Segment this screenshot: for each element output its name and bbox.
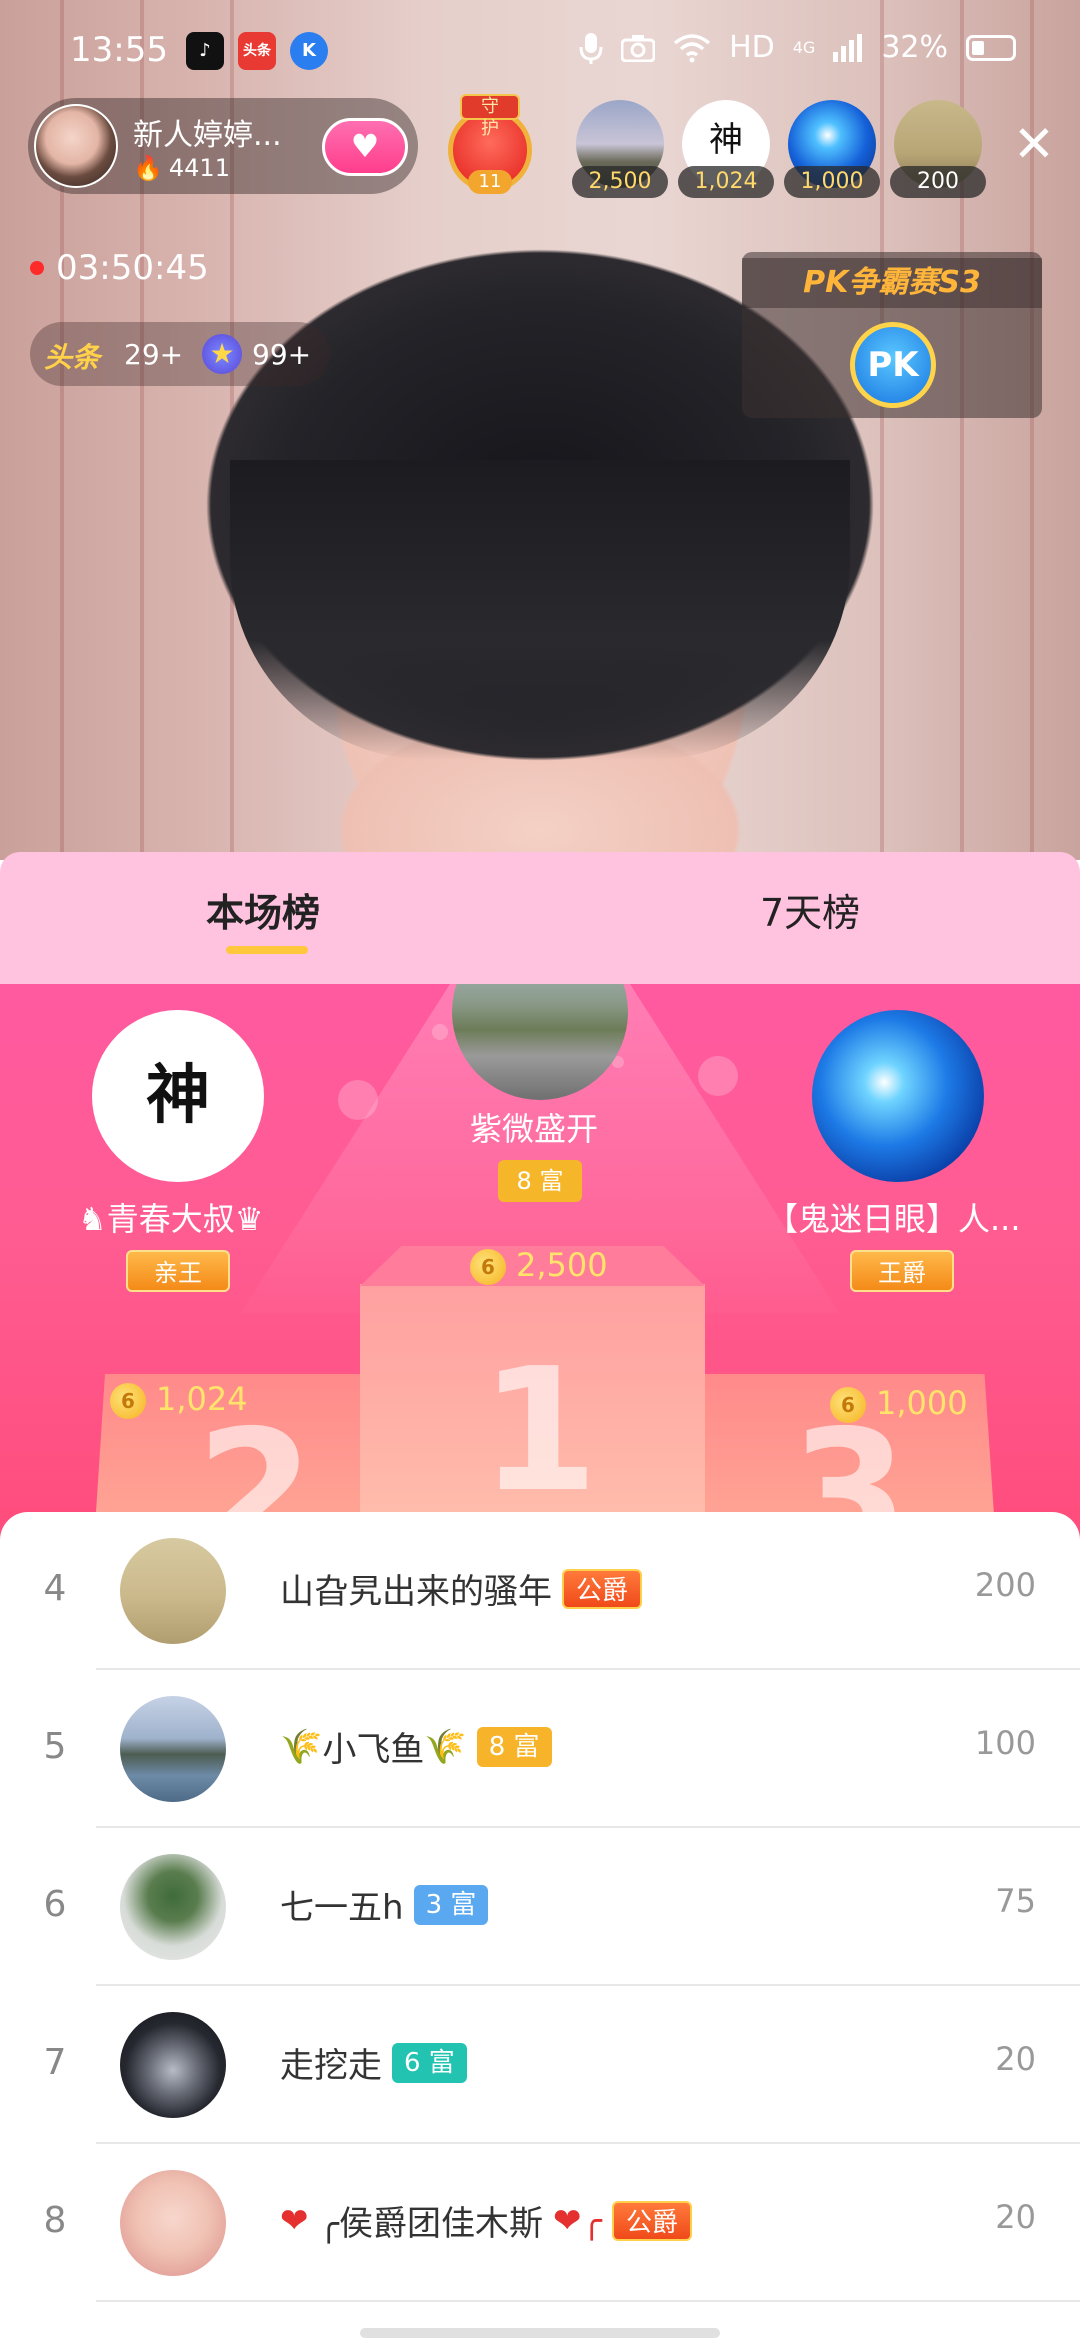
first-place-wealth-badge: 8 富	[498, 1160, 582, 1202]
ranking-list: 4 山旮旯出来的骚年 公爵 200 5 🌾 小飞鱼 🌾 8 富 100 6 七一五h 3 …	[0, 1512, 1080, 2340]
score: 75	[995, 1882, 1036, 1920]
score: 100	[974, 1724, 1036, 1762]
battery-icon	[966, 34, 1016, 61]
top-viewer-1[interactable]: 2,500	[572, 100, 668, 200]
tab-indicator	[226, 946, 308, 954]
guard-count: 11	[468, 170, 512, 194]
host-avatar[interactable]	[34, 104, 118, 188]
avatar	[120, 2170, 226, 2276]
user-name: 走挖走	[280, 2046, 382, 2086]
live-dot-icon	[30, 261, 44, 275]
host-fans: 🔥 4411	[133, 154, 230, 182]
podium: 2 1 3 紫微盛开 8 富 6 2,500 神 ♞青春大叔♛ 亲王 6 1,024…	[0, 984, 1080, 1544]
avatar	[120, 1854, 226, 1960]
pk-contest-banner[interactable]: PK争霸赛S3 PK	[742, 252, 1042, 418]
user-name: 小飞鱼	[322, 1730, 425, 1770]
wealth-badge: 6 富	[392, 2042, 467, 2083]
tiktok-icon: ♪	[186, 32, 224, 70]
cell-label: 4G	[792, 38, 816, 57]
podium-place-1: 1	[480, 1332, 599, 1530]
signal-icon	[833, 33, 863, 62]
second-place-avatar[interactable]: 神	[92, 1010, 264, 1182]
user-name: ╭侯爵团佳木斯	[318, 2204, 543, 2244]
rank-badges[interactable]: 头条 29+ ★ 99+	[30, 322, 330, 386]
third-place-score: 6 1,000	[830, 1384, 968, 1423]
star-rank-value: 99+	[252, 338, 312, 371]
live-duration: 03:50:45	[30, 248, 209, 288]
coin-icon: 6	[830, 1387, 866, 1423]
list-item[interactable]: 8 ❤ ╭侯爵团佳木斯 ❤╭ 公爵 20	[0, 2144, 1080, 2302]
home-indicator[interactable]	[360, 2328, 720, 2338]
toutiao-rank-icon: 头条	[44, 341, 101, 374]
rank-number: 7	[43, 2042, 67, 2083]
wheat-icon: 🌾	[280, 1726, 323, 1767]
user-name: 七一五h	[280, 1888, 404, 1928]
third-place-name: 【鬼迷日眼】人...	[766, 1200, 1021, 1238]
toutiao-icon: 头条	[238, 32, 276, 70]
heart-icon: ❤	[280, 2200, 309, 2241]
wealth-badge: 8 富	[476, 1726, 552, 1767]
second-place-name: ♞青春大叔♛	[78, 1200, 264, 1238]
pk-button[interactable]: PK	[850, 322, 936, 408]
rank-number: 4	[43, 1568, 67, 1609]
second-place-title-badge: 亲王	[126, 1250, 230, 1292]
coin-icon: 6	[110, 1383, 146, 1419]
tab-7-days[interactable]: 7天榜	[760, 882, 860, 937]
list-item[interactable]: 4 山旮旯出来的骚年 公爵 200	[0, 1512, 1080, 1670]
wealth-badge: 3 富	[413, 1884, 489, 1925]
list-item[interactable]: 7 走挖走 6 富 20	[0, 1986, 1080, 2144]
camera-icon	[621, 34, 656, 62]
battery-percent: 32%	[881, 30, 948, 65]
title-badge: 公爵	[562, 1568, 643, 1609]
wifi-icon	[673, 33, 711, 62]
first-place-score: 6 2,500	[470, 1246, 608, 1285]
wheat-icon: 🌾	[424, 1726, 467, 1767]
heart-icon: ❤╭	[552, 2200, 602, 2241]
score: 200	[974, 1566, 1036, 1604]
top-viewer-4[interactable]: 200	[890, 100, 986, 200]
list-item[interactable]: 5 🌾 小飞鱼 🌾 8 富 100	[0, 1670, 1080, 1828]
rank-number: 5	[43, 1726, 67, 1767]
status-bar: 13:55 ♪ 头条 K HD 4G 32%	[0, 22, 1080, 82]
leaderboard-tabs: 本场榜 7天榜	[0, 852, 1080, 984]
top-viewer-3[interactable]: 1,000	[784, 100, 880, 200]
toutiao-rank-value: 29+	[124, 338, 184, 371]
avatar	[120, 1696, 226, 1802]
first-place-name: 紫微盛开	[470, 1110, 599, 1148]
score: 20	[995, 2040, 1036, 2078]
heart-wings-icon: ♥	[350, 127, 380, 165]
leaderboard-sheet: 本场榜 7天榜 2 1 3 紫微盛开 8 富 6 2,500 神 ♞青春大叔♛ 亲…	[0, 852, 1080, 2340]
top-viewer-2[interactable]: 神 1,024	[678, 100, 774, 200]
list-item[interactable]: 6 七一五h 3 富 75	[0, 1828, 1080, 1986]
coin-icon: 6	[470, 1249, 506, 1285]
status-time: 13:55	[70, 30, 168, 70]
tab-this-session[interactable]: 本场榜	[206, 882, 320, 937]
pk-title: PK争霸赛S3	[742, 258, 1042, 308]
title-badge: 公爵	[611, 2200, 692, 2241]
rank-number: 8	[43, 2200, 67, 2241]
third-place-avatar[interactable]	[812, 1010, 984, 1182]
score: 20	[995, 2198, 1036, 2236]
avatar	[120, 1538, 226, 1644]
avatar	[120, 2012, 226, 2118]
fire-icon: 🔥	[133, 154, 163, 182]
close-icon[interactable]: ✕	[1010, 119, 1058, 169]
star-icon: ★	[202, 334, 242, 374]
k-app-icon: K	[290, 32, 328, 70]
guard-badge[interactable]: 守护 11	[440, 94, 540, 194]
user-name: 山旮旯出来的骚年	[280, 1572, 552, 1612]
third-place-title-badge: 王爵	[850, 1250, 954, 1292]
follow-button[interactable]: ♥	[322, 118, 408, 176]
mic-icon	[579, 32, 603, 64]
rank-number: 6	[43, 1884, 67, 1925]
second-place-score: 6 1,024	[110, 1380, 248, 1419]
network-label: HD	[729, 30, 775, 65]
host-name: 新人婷婷...	[133, 118, 282, 153]
